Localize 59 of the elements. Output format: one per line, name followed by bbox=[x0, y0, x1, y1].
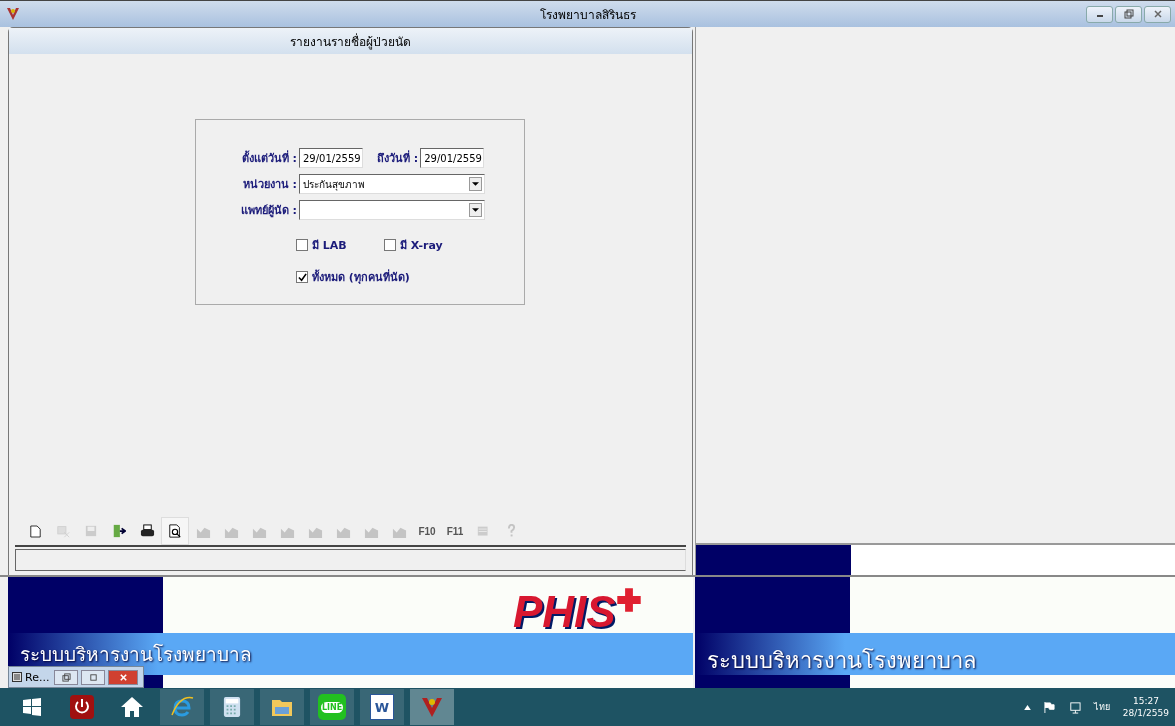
printer-icon bbox=[139, 523, 155, 539]
checkbox-label: มี X-ray bbox=[400, 238, 443, 254]
clock-date[interactable]: 28/1/2559 bbox=[1122, 708, 1169, 718]
unit-dropdown[interactable]: ประกันสุขภาพ bbox=[299, 174, 485, 194]
browser-e-icon bbox=[170, 695, 194, 719]
power-icon bbox=[70, 695, 94, 719]
field-label: หน่วยงาน : bbox=[241, 177, 297, 193]
field-label: แพทย์ผู้นัด : bbox=[239, 203, 297, 219]
windows-logo-icon bbox=[22, 697, 42, 717]
window-title: โรงพยาบาลสิรินธร bbox=[539, 6, 636, 24]
close-icon bbox=[118, 672, 128, 682]
flag-icon[interactable] bbox=[1043, 701, 1055, 713]
close-icon bbox=[1152, 9, 1163, 19]
calculator-taskbar-button[interactable] bbox=[210, 689, 254, 725]
field-label: ถึงวันที่ : bbox=[377, 149, 419, 167]
checkbox-label: มี LAB bbox=[312, 238, 347, 254]
minimized-title: Re... bbox=[25, 670, 50, 684]
delete-icon bbox=[56, 524, 70, 538]
checkbox-label: ทั้งหมด (ทุกคนที่นัด) bbox=[312, 268, 410, 286]
window-icon bbox=[12, 672, 22, 682]
word-document-icon: W bbox=[370, 694, 394, 720]
show-hidden-icons-icon[interactable] bbox=[1023, 704, 1031, 710]
calculator-icon bbox=[223, 696, 241, 718]
exit-door-icon bbox=[112, 524, 126, 538]
files-taskbar-button[interactable] bbox=[260, 689, 304, 725]
preview-tool-button[interactable] bbox=[161, 517, 189, 545]
minimize-button[interactable] bbox=[1086, 5, 1113, 23]
save-icon bbox=[85, 525, 97, 537]
help-icon bbox=[506, 524, 516, 538]
chat-app-icon: LINE bbox=[318, 694, 346, 720]
emblem-icon bbox=[6, 7, 20, 21]
minimized-window[interactable]: Re... bbox=[8, 666, 144, 688]
doctor-dropdown[interactable] bbox=[299, 200, 485, 220]
browser-taskbar-button[interactable] bbox=[160, 689, 204, 725]
clock-time[interactable]: 15:27 bbox=[1132, 696, 1159, 706]
checkbox[interactable] bbox=[296, 239, 308, 251]
input-language[interactable]: ไทย bbox=[1093, 700, 1110, 714]
restore-icon bbox=[61, 672, 71, 682]
checkbox[interactable] bbox=[296, 271, 308, 283]
close-button[interactable] bbox=[1144, 5, 1171, 23]
checkbox[interactable] bbox=[384, 239, 396, 251]
print-preview-icon bbox=[168, 524, 182, 538]
close-button[interactable] bbox=[108, 669, 139, 685]
date-field[interactable]: 29/01/2559 bbox=[299, 148, 363, 168]
restore-button[interactable] bbox=[54, 669, 79, 685]
network-icon[interactable] bbox=[1067, 700, 1081, 714]
cross-icon bbox=[615, 587, 642, 613]
emblem-icon bbox=[420, 695, 444, 719]
field-label: ตั้งแต่วันที่ : bbox=[240, 149, 297, 167]
maximize-button[interactable] bbox=[81, 669, 106, 685]
new-document-icon bbox=[29, 524, 41, 538]
restore-icon bbox=[1123, 9, 1134, 19]
report-title: รายงานรายชื่อผู้ป่วยนัด bbox=[290, 32, 411, 51]
home-icon bbox=[120, 695, 144, 719]
date-field[interactable]: 29/01/2559 bbox=[420, 148, 485, 168]
maximize-icon bbox=[88, 672, 98, 682]
logo: PHIS bbox=[513, 587, 642, 637]
word-taskbar-button[interactable]: W bbox=[360, 689, 404, 725]
restore-button[interactable] bbox=[1115, 5, 1142, 23]
